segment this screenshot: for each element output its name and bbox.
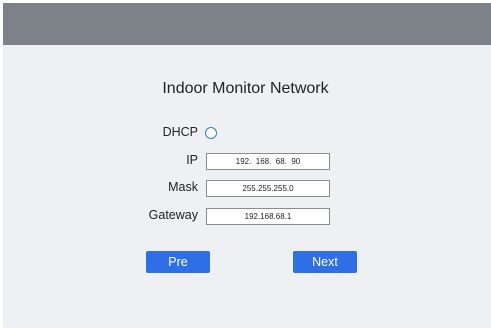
gateway-input[interactable]: [206, 208, 330, 225]
indoor-monitor-network-screen: Indoor Monitor Network DHCP IP Mask Gate…: [0, 0, 491, 332]
ip-input[interactable]: [206, 153, 330, 170]
dhcp-radio[interactable]: [205, 127, 217, 139]
ip-label: IP: [186, 153, 198, 167]
mask-label: Mask: [168, 180, 198, 194]
next-button[interactable]: Next: [293, 251, 357, 273]
pre-button[interactable]: Pre: [146, 251, 210, 273]
gateway-label: Gateway: [148, 208, 198, 222]
mask-input[interactable]: [206, 180, 330, 197]
page-title: Indoor Monitor Network: [162, 80, 329, 97]
dhcp-label: DHCP: [162, 125, 198, 139]
header-bar: [3, 3, 491, 45]
